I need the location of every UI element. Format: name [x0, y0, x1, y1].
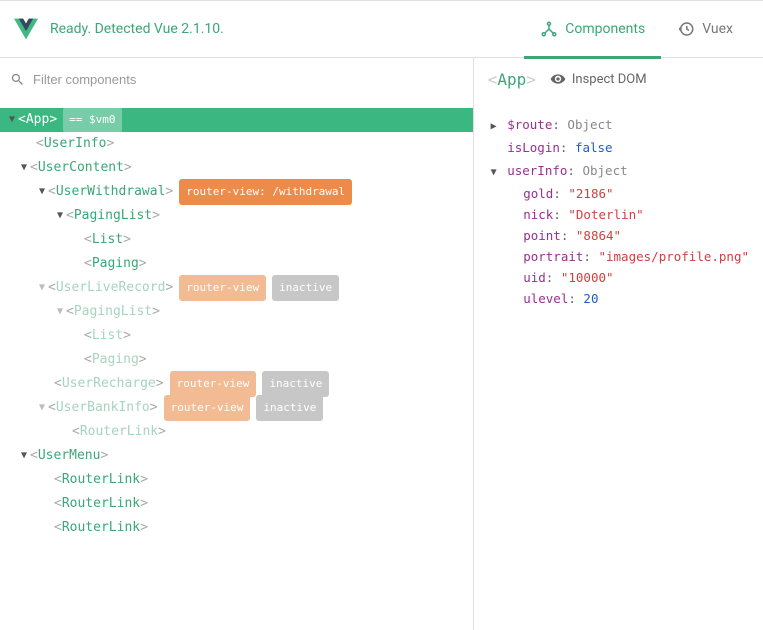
main-area: ▼ <App> == $vm0 ▼ <UserInfo> ▼ <UserCont…	[0, 58, 763, 630]
tree-node[interactable]: ▼ <List>	[0, 228, 473, 252]
tree-node[interactable]: ▼ <UserLiveRecord> router-view inactive	[0, 276, 473, 300]
tree-node[interactable]: ▼ <UserBankInfo> router-view inactive	[0, 396, 473, 420]
tab-components[interactable]: Components	[524, 0, 661, 58]
tab-vuex[interactable]: Vuex	[661, 0, 749, 58]
tree-node[interactable]: ▼ <Paging>	[0, 252, 473, 276]
prop-row[interactable]: gold: "2186"	[488, 183, 749, 204]
props-panel: ▶ $route: Object ▶ isLogin: false ▼ user…	[474, 100, 763, 309]
components-icon	[540, 20, 558, 38]
right-pane: <App> Inspect DOM ▶ $route: Object ▶ isL…	[474, 58, 763, 630]
chevron-down-icon[interactable]: ▼	[488, 162, 500, 183]
component-tree: ▼ <App> == $vm0 ▼ <UserInfo> ▼ <UserCont…	[0, 100, 473, 630]
tree-node[interactable]: ▼ <UserWithdrawal> router-view: /withdra…	[0, 180, 473, 204]
vue-logo-icon	[14, 17, 38, 41]
inspect-dom-button[interactable]: Inspect DOM	[550, 71, 647, 87]
inactive-badge: inactive	[256, 395, 323, 421]
history-icon	[677, 20, 695, 38]
router-view-badge: router-view	[170, 371, 257, 397]
tree-node[interactable]: ▼ <UserInfo>	[0, 132, 473, 156]
selected-component: <App>	[488, 70, 536, 89]
tree-node[interactable]: ▼ <UserContent>	[0, 156, 473, 180]
tab-components-label: Components	[565, 21, 645, 37]
tab-vuex-label: Vuex	[702, 21, 733, 37]
inactive-badge: inactive	[262, 371, 329, 397]
tree-node[interactable]: ▼ <RouterLink>	[0, 468, 473, 492]
tree-node-app[interactable]: ▼ <App> == $vm0	[0, 108, 473, 132]
eye-icon	[550, 71, 566, 87]
router-view-badge: router-view	[164, 395, 251, 421]
header-bar: Ready. Detected Vue 2.1.10. Components V…	[0, 0, 763, 58]
tree-node[interactable]: ▼ <RouterLink>	[0, 420, 473, 444]
chevron-down-icon[interactable]: ▼	[6, 108, 18, 132]
prop-row[interactable]: ▶ isLogin: false	[488, 137, 749, 160]
prop-row[interactable]: ulevel: 20	[488, 288, 749, 309]
filter-input[interactable]	[33, 72, 463, 87]
search-icon	[10, 72, 25, 87]
tree-node[interactable]: ▼ <RouterLink>	[0, 492, 473, 516]
prop-row[interactable]: portrait: "images/profile.png"	[488, 246, 749, 267]
prop-row[interactable]: point: "8864"	[488, 225, 749, 246]
chevron-down-icon[interactable]: ▼	[18, 444, 30, 468]
chevron-right-icon[interactable]: ▶	[488, 116, 500, 137]
tree-node[interactable]: ▼ <PagingList>	[0, 204, 473, 228]
instance-badge: == $vm0	[63, 107, 121, 133]
right-header: <App> Inspect DOM	[474, 58, 763, 100]
prop-row[interactable]: ▶ $route: Object	[488, 114, 749, 137]
chevron-down-icon[interactable]: ▼	[18, 156, 30, 180]
chevron-down-icon[interactable]: ▼	[54, 300, 66, 324]
status-text: Ready. Detected Vue 2.1.10.	[50, 21, 524, 37]
chevron-down-icon[interactable]: ▼	[36, 180, 48, 204]
tree-node[interactable]: ▼ <UserMenu>	[0, 444, 473, 468]
tree-node[interactable]: ▼ <RouterLink>	[0, 516, 473, 540]
prop-row[interactable]: nick: "Doterlin"	[488, 204, 749, 225]
filter-row	[0, 58, 473, 100]
prop-row[interactable]: uid: "10000"	[488, 267, 749, 288]
router-view-badge: router-view: /withdrawal	[179, 179, 352, 205]
tree-node[interactable]: ▼ <Paging>	[0, 348, 473, 372]
tree-node[interactable]: ▼ <PagingList>	[0, 300, 473, 324]
router-view-badge: router-view	[179, 275, 266, 301]
chevron-down-icon[interactable]: ▼	[36, 396, 48, 420]
tree-node[interactable]: ▼ <UserRecharge> router-view inactive	[0, 372, 473, 396]
chevron-down-icon[interactable]: ▼	[54, 204, 66, 228]
inactive-badge: inactive	[272, 275, 339, 301]
prop-row[interactable]: ▼ userInfo: Object	[488, 160, 749, 183]
left-pane: ▼ <App> == $vm0 ▼ <UserInfo> ▼ <UserCont…	[0, 58, 474, 630]
tree-node[interactable]: ▼ <List>	[0, 324, 473, 348]
chevron-down-icon[interactable]: ▼	[36, 276, 48, 300]
